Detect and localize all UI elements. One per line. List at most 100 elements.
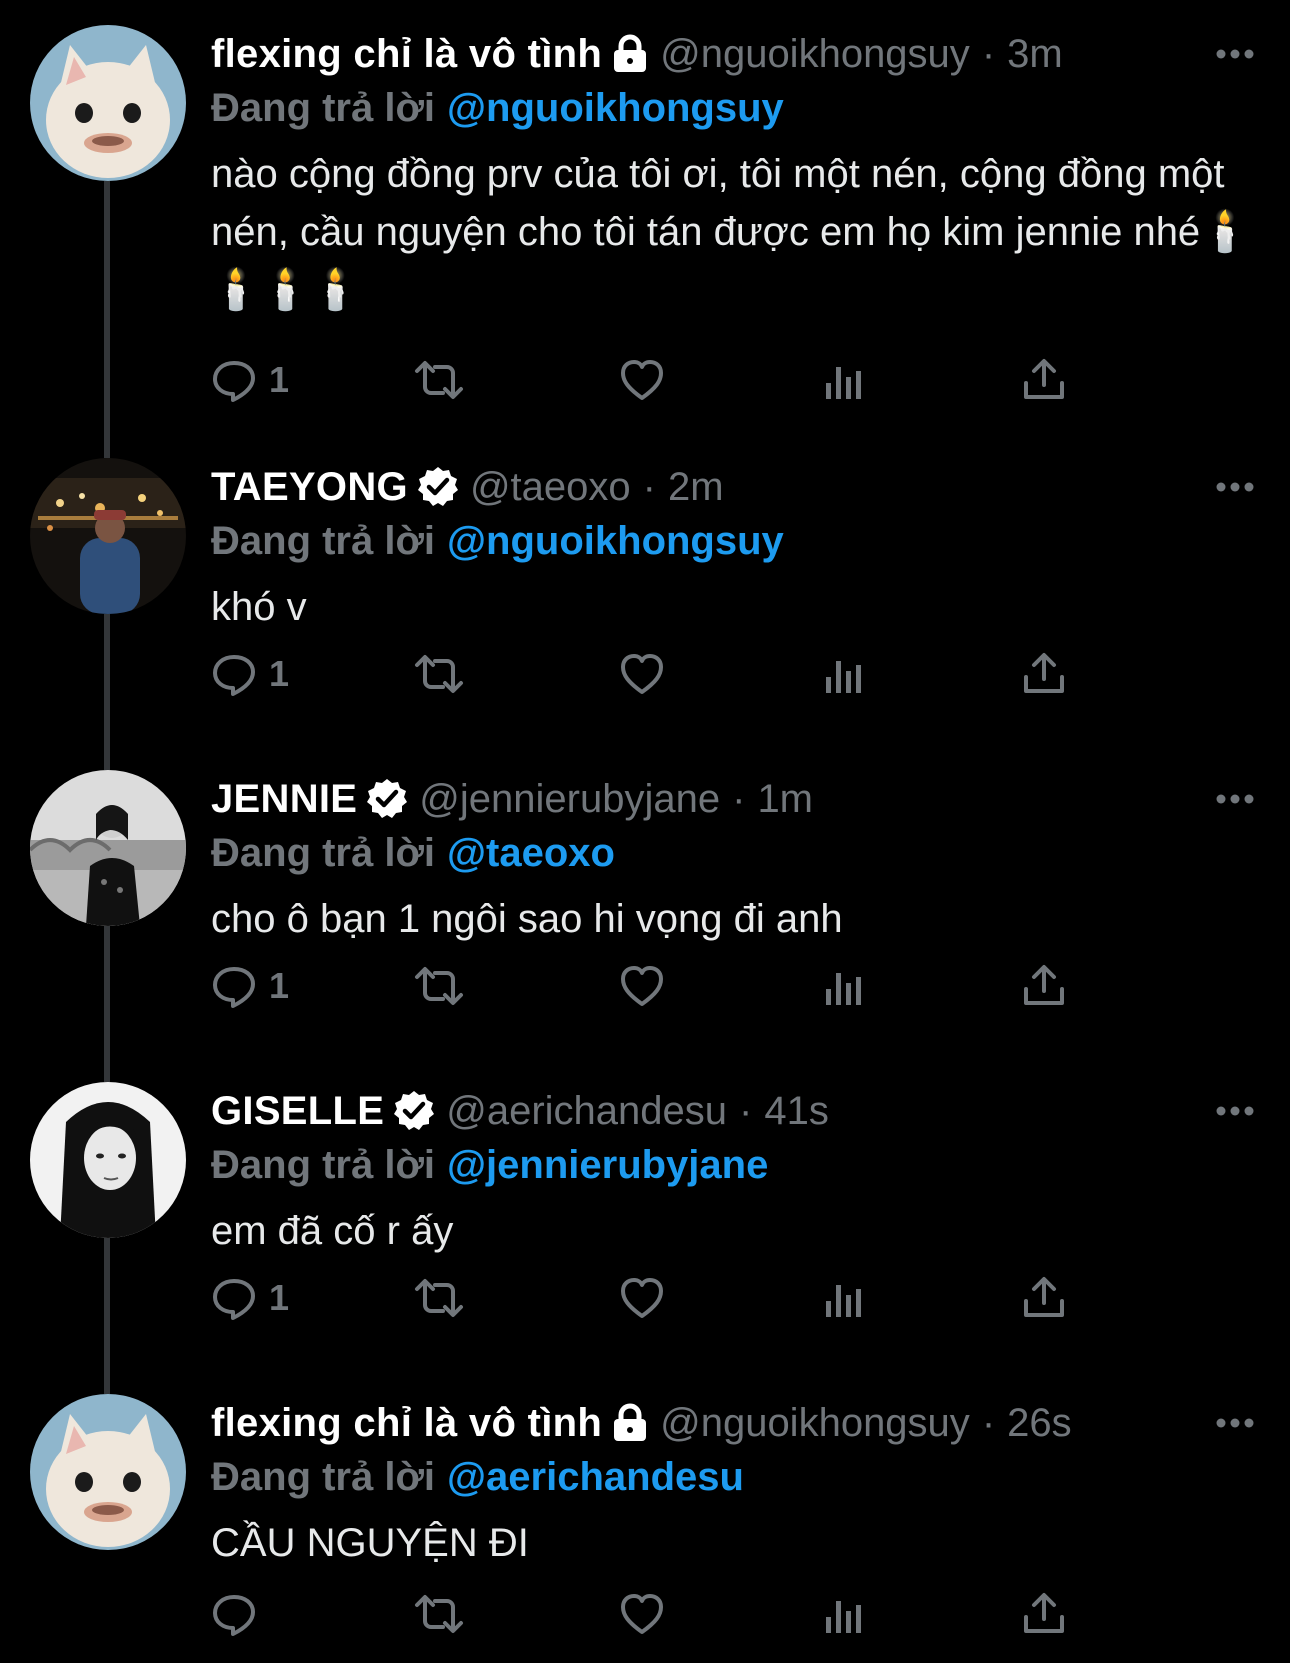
- timestamp[interactable]: 3m: [1007, 25, 1063, 83]
- display-name[interactable]: flexing chỉ là vô tình: [211, 1394, 602, 1452]
- separator: ·: [642, 465, 656, 509]
- tweet[interactable]: flexing chỉ là vô tình @nguoikhongsuy · …: [0, 1351, 1290, 1663]
- reply-button[interactable]: 1: [211, 956, 289, 1016]
- views-icon: [823, 651, 863, 697]
- action-bar: 1: [211, 644, 1111, 704]
- share-icon: [1021, 963, 1067, 1009]
- reply-icon: [211, 963, 257, 1009]
- reply-button[interactable]: [211, 1584, 269, 1644]
- handle[interactable]: @jennierubyjane: [419, 770, 720, 828]
- like-button[interactable]: [619, 1268, 665, 1328]
- replying-to-label: Đang trả lời: [211, 1143, 436, 1187]
- views-button[interactable]: [823, 644, 863, 704]
- tweet-text: em đã cố r ấy: [211, 1209, 454, 1253]
- like-icon: [619, 357, 665, 403]
- avatar[interactable]: [30, 1082, 186, 1238]
- reply-button[interactable]: 1: [211, 1268, 289, 1328]
- replying-to-handle[interactable]: @nguoikhongsuy: [447, 519, 784, 563]
- thread-line: [104, 727, 110, 770]
- reply-icon: [211, 1591, 257, 1637]
- handle[interactable]: @nguoikhongsuy: [660, 1394, 970, 1452]
- verified-icon: [416, 465, 460, 509]
- like-icon: [619, 1591, 665, 1637]
- reply-count: 1: [269, 965, 290, 1006]
- share-button[interactable]: [1021, 350, 1067, 410]
- more-options-icon[interactable]: [1210, 462, 1260, 512]
- avatar[interactable]: [30, 25, 186, 181]
- tweet[interactable]: TAEYONG @taeoxo · 2m Đang trả lời @nguoik…: [0, 430, 1290, 727]
- action-bar: 1: [211, 956, 1111, 1016]
- like-button[interactable]: [619, 644, 665, 704]
- share-icon: [1021, 1591, 1067, 1637]
- views-button[interactable]: [823, 1268, 863, 1328]
- timestamp[interactable]: 2m: [668, 458, 724, 516]
- more-options-icon[interactable]: [1210, 1086, 1260, 1136]
- reply-button[interactable]: 1: [211, 644, 289, 704]
- reply-icon: [211, 1275, 257, 1321]
- views-button[interactable]: [823, 350, 863, 410]
- handle[interactable]: @taeoxo: [470, 458, 631, 516]
- avatar[interactable]: [30, 458, 186, 614]
- replying-to-handle[interactable]: @nguoikhongsuy: [447, 86, 784, 130]
- share-button[interactable]: [1021, 1268, 1067, 1328]
- like-button[interactable]: [619, 350, 665, 410]
- share-button[interactable]: [1021, 644, 1067, 704]
- views-icon: [823, 963, 863, 1009]
- share-icon: [1021, 1275, 1067, 1321]
- views-button[interactable]: [823, 1584, 863, 1644]
- display-name[interactable]: TAEYONG: [211, 458, 408, 516]
- more-options-icon[interactable]: [1210, 774, 1260, 824]
- more-options-icon[interactable]: [1210, 29, 1260, 79]
- tweet[interactable]: flexing chỉ là vô tình @nguoikhongsuy · …: [0, 0, 1290, 430]
- replying-to: Đang trả lời @nguoikhongsuy: [211, 516, 1260, 566]
- separator: ·: [739, 1089, 753, 1133]
- display-name[interactable]: flexing chỉ là vô tình: [211, 25, 602, 83]
- replying-to-label: Đang trả lời: [211, 86, 436, 130]
- more-options-icon[interactable]: [1210, 1398, 1260, 1448]
- tweet-text: CẦU NGUYỆN ĐI: [211, 1521, 529, 1565]
- retweet-button[interactable]: [411, 1584, 467, 1644]
- retweet-button[interactable]: [411, 956, 467, 1016]
- like-button[interactable]: [619, 956, 665, 1016]
- separator: ·: [981, 32, 996, 76]
- tweet[interactable]: JENNIE @jennierubyjane · 1m Đang trả lời…: [0, 727, 1290, 1039]
- reply-count: 1: [269, 653, 290, 694]
- share-icon: [1021, 357, 1067, 403]
- verified-icon: [392, 1089, 436, 1133]
- avatar[interactable]: [30, 1394, 186, 1550]
- avatar[interactable]: [30, 770, 186, 926]
- views-button[interactable]: [823, 956, 863, 1016]
- retweet-icon: [411, 1275, 467, 1321]
- thread-line: [104, 1039, 110, 1082]
- replying-to-handle[interactable]: @jennierubyjane: [447, 1143, 768, 1187]
- action-bar: 1: [211, 350, 1111, 410]
- replying-to-label: Đang trả lời: [211, 519, 436, 563]
- replying-to-handle[interactable]: @aerichandesu: [447, 1455, 744, 1499]
- timestamp[interactable]: 26s: [1007, 1394, 1072, 1452]
- replying-to-label: Đang trả lời: [211, 1455, 436, 1499]
- separator: ·: [981, 1401, 996, 1445]
- thread-line: [104, 430, 110, 458]
- share-button[interactable]: [1021, 1584, 1067, 1644]
- retweet-button[interactable]: [411, 1268, 467, 1328]
- replying-to-handle[interactable]: @taeoxo: [447, 831, 615, 875]
- display-name[interactable]: JENNIE: [211, 770, 357, 828]
- timestamp[interactable]: 41s: [764, 1082, 829, 1140]
- share-icon: [1021, 651, 1067, 697]
- like-button[interactable]: [619, 1584, 665, 1644]
- handle[interactable]: @nguoikhongsuy: [660, 25, 970, 83]
- handle[interactable]: @aerichandesu: [446, 1082, 727, 1140]
- share-button[interactable]: [1021, 956, 1067, 1016]
- lock-icon: [610, 1403, 650, 1443]
- retweet-icon: [411, 1591, 467, 1637]
- timestamp[interactable]: 1m: [757, 770, 813, 828]
- tweet[interactable]: GISELLE @aerichandesu · 41s Đang trả lời…: [0, 1039, 1290, 1351]
- replying-to-label: Đang trả lời: [211, 831, 436, 875]
- reply-button[interactable]: 1: [211, 350, 289, 410]
- retweet-button[interactable]: [411, 644, 467, 704]
- lock-icon: [610, 34, 650, 74]
- retweet-button[interactable]: [411, 350, 467, 410]
- thread-line: [104, 181, 110, 430]
- display-name[interactable]: GISELLE: [211, 1082, 384, 1140]
- verified-icon: [365, 777, 409, 821]
